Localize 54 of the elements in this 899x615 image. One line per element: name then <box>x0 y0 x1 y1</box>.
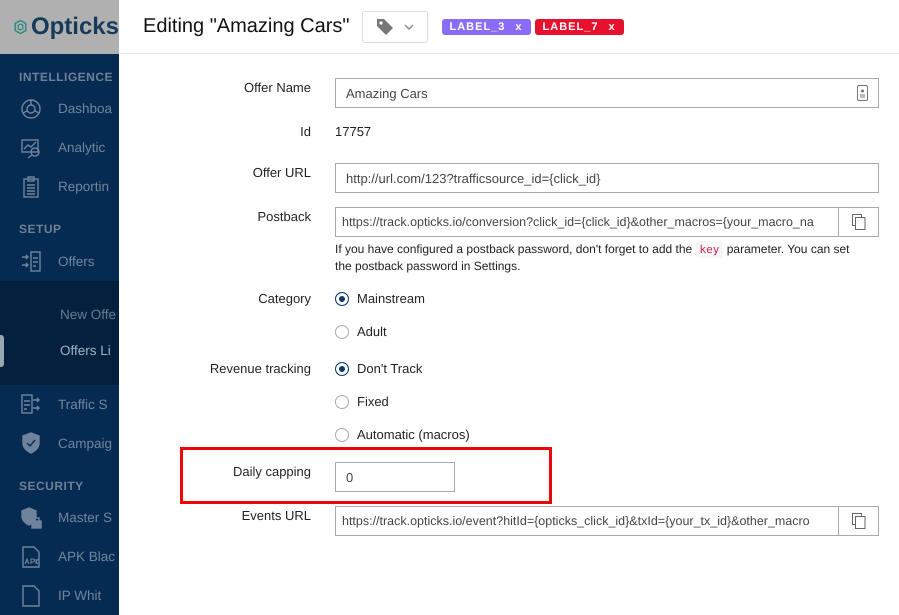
page-title: Editing "Amazing Cars" <box>143 15 350 38</box>
field-label: Daily capping <box>232 463 311 481</box>
tag-dropdown[interactable] <box>362 10 428 42</box>
url-field[interactable]: https://track.opticks.io/event?hitId={opticks_click_id}&txId={your_tx_id}&other_macro <box>335 506 839 536</box>
label-tag: LABEL_7 x <box>534 18 624 34</box>
nav-item[interactable]: Campaig <box>0 424 119 463</box>
radio-button[interactable] <box>335 394 349 408</box>
lock-icon <box>19 506 43 530</box>
radio-option[interactable]: Don't Track <box>335 361 879 376</box>
section-heading: SECURITY <box>18 478 85 495</box>
nav-item[interactable]: Reportin <box>0 167 119 206</box>
nav-item[interactable]: Dashboa <box>0 89 119 128</box>
field-label: Postback <box>256 208 311 226</box>
field-label: Revenue tracking <box>208 360 311 378</box>
nav-item[interactable]: Analytic <box>0 128 119 168</box>
label-tag: LABEL_3 x <box>442 18 531 34</box>
field-label: Offer URL <box>252 164 311 182</box>
copy-icon <box>852 214 866 230</box>
field-label: Offer Name <box>243 79 311 97</box>
url-field[interactable]: https://track.opticks.io/conversion?click_id={click_id}&other_macros={your_macro_na <box>335 207 839 237</box>
help-text: If you have configured a postback password, don't forget to add the key parameter. You can set the postback password in Settings. <box>335 241 851 275</box>
submenu-item[interactable]: Offers Li <box>0 332 119 369</box>
remove-label[interactable]: x <box>515 20 523 32</box>
copy-icon <box>852 513 866 529</box>
text-field[interactable]: http://url.com/123?trafficsource_id={click_id} <box>335 163 879 193</box>
text-field[interactable]: Amazing Cars <box>335 78 879 108</box>
copy-button[interactable] <box>839 207 879 237</box>
submenu-item[interactable]: New Offe <box>0 296 119 333</box>
nav-item[interactable]: Master S <box>0 498 119 538</box>
section-heading: INTELLIGENCE <box>18 69 114 86</box>
radio-option[interactable]: Mainstream <box>335 291 879 306</box>
field-label: Events URL <box>240 507 311 525</box>
id-value: 17757 <box>335 123 372 141</box>
radio-button[interactable] <box>335 324 349 338</box>
field-label: Category <box>257 290 311 308</box>
radio-option[interactable]: Adult <box>335 324 879 339</box>
copy-button[interactable] <box>839 506 879 536</box>
contact-card-icon <box>857 85 868 101</box>
field-label: Id <box>299 123 311 141</box>
radio-button[interactable] <box>335 292 349 306</box>
nav-item[interactable]: APK Blac <box>0 537 119 576</box>
nav-item[interactable]: IP Whit <box>0 576 119 615</box>
radio-button[interactable] <box>335 362 349 376</box>
section-heading: SETUP <box>18 221 63 238</box>
nav-item[interactable]: Traffic S <box>0 384 119 424</box>
logo-text: Opticks <box>30 13 119 41</box>
caret-icon <box>404 24 414 30</box>
tag-icon <box>376 18 394 36</box>
radio-option[interactable]: Fixed <box>335 394 879 409</box>
radio-button[interactable] <box>335 428 349 442</box>
radio-option[interactable]: Automatic (macros) <box>335 427 879 442</box>
remove-label[interactable]: x <box>608 20 616 32</box>
nav-item[interactable]: Offers <box>0 242 119 281</box>
number-field[interactable]: 0 <box>335 462 455 492</box>
